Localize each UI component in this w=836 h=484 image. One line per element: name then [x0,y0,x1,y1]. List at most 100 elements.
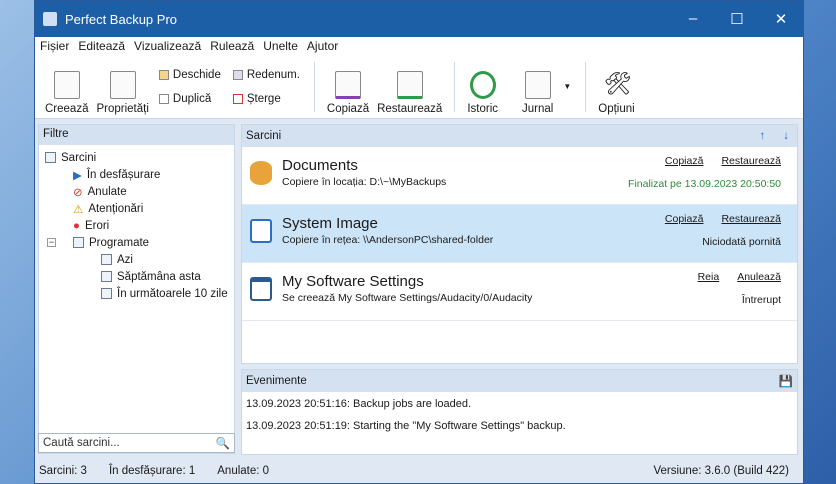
calendar-icon [101,271,112,282]
filter-today[interactable]: Azi [45,251,228,268]
properties-button[interactable]: Proprietăți [92,59,152,115]
restore-label: Restaurează [377,102,443,115]
history-icon [469,70,496,99]
cancel-icon: ⊘ [73,186,83,199]
log-label: Jurnal [522,102,554,115]
status-running: În desfășurare: 1 [108,465,196,477]
calendar-icon [101,288,112,299]
task-desc: Se creează My Software Settings/Audacity… [282,292,533,304]
journal-icon [524,70,551,99]
save-icon[interactable]: 💾 [779,374,793,388]
open-button[interactable]: Deschide [158,68,221,81]
task-row[interactable]: My Software Settings Se creează My Softw… [242,263,797,321]
copy-link[interactable]: Copiază [665,213,704,225]
menu-help[interactable]: Ajutor [307,39,338,53]
search-input[interactable]: Caută sarcini... 🔍 [38,433,235,453]
cancel-link[interactable]: Anulează [737,271,781,283]
filter-label: Atenționări [88,202,144,215]
options-button[interactable]: 🛠 Opțiuni [594,59,638,115]
filter-label: Sarcini [61,151,97,164]
create-button[interactable]: Creează [41,59,92,115]
duplicate-label: Duplică [172,92,212,105]
filter-label: Azi [117,253,133,266]
restore-link[interactable]: Restaurează [721,155,781,167]
search-placeholder: Caută sarcini... [43,437,120,449]
move-up-icon[interactable]: ↑ [760,130,766,142]
database-icon [250,161,272,185]
calendar-icon [73,237,84,248]
warning-icon: ⚠ [73,203,84,216]
backup-icon [335,70,361,99]
history-button[interactable]: Istoric [463,59,502,115]
filter-label: În desfășurare [86,168,161,181]
rename-label: Redenum. [246,68,300,81]
minimize-button[interactable]: – [671,10,715,28]
restore-link[interactable]: Restaurează [721,213,781,225]
app-icon [43,12,57,26]
new-file-icon [53,70,80,99]
tools-icon: 🛠 [603,70,632,96]
disk-image-icon [250,219,272,243]
menu-view[interactable]: Vizualizează [134,39,201,53]
filter-this-week[interactable]: Săptămâna asta [45,268,228,285]
copy-button[interactable]: Copiază [323,59,373,115]
app-window: Perfect Backup Pro – ☐ ✕ Fișier Editează V… [34,0,804,484]
copy-link[interactable]: Copiază [665,155,704,167]
copy-label: Copiază [326,102,370,115]
separator [313,61,315,112]
error-icon: ● [73,219,80,232]
filter-cancelled[interactable]: ⊘ Anulate [45,183,228,200]
event-line: 13.09.2023 20:51:19: Starting the "My So… [246,420,566,432]
collapse-toggle[interactable]: − [47,238,56,247]
tasks-icon [45,152,56,163]
filter-running[interactable]: ▶ În desfășurare [45,166,228,183]
task-status: Niciodată pornită [702,236,781,248]
menu-tools[interactable]: Unelte [263,39,298,53]
filter-scheduled[interactable]: − Programate [45,234,228,251]
resume-link[interactable]: Reia [698,271,720,283]
rename-button[interactable]: Redenum. [232,68,300,81]
task-row[interactable]: Documents Copiere în locația: D:\~\MyBac… [242,147,797,205]
log-dropdown-arrow[interactable]: ▼ [563,82,571,91]
task-row[interactable]: System Image Copiere în rețea: \\Anderso… [242,205,797,263]
search-icon[interactable]: 🔍 [216,436,230,450]
options-label: Opțiuni [598,102,635,115]
separator [585,61,587,112]
status-cancelled: Anulate: 0 [217,465,270,477]
log-button[interactable]: Jurnal [518,59,557,115]
restore-button[interactable]: Restaurează [373,59,446,115]
filter-tasks[interactable]: Sarcini [45,149,228,166]
open-label: Deschide [172,68,221,81]
separator [454,61,456,112]
menu-file[interactable]: Fișier [40,39,69,53]
close-button[interactable]: ✕ [759,10,803,28]
filter-label: Erori [84,219,110,232]
filter-label: Programate [89,236,150,249]
maximize-button[interactable]: ☐ [715,10,759,28]
tasks-panel: Sarcini ↑ ↓ Documents Copiere în locația: … [241,124,798,364]
filters-panel: Filtre Sarcini ▶ În desfășurare ⊘ Anulate … [38,124,235,454]
duplicate-button[interactable]: Duplică [158,92,221,105]
menu-run[interactable]: Rulează [210,39,254,53]
event-line: 13.09.2023 20:51:16: Backup jobs are loa… [246,398,472,410]
filter-label: Anulate [87,185,127,198]
play-icon: ▶ [73,169,82,182]
filter-warnings[interactable]: ⚠ Atenționări [45,200,228,217]
status-tasks: Sarcini: 3 [39,465,87,477]
status-bar: Sarcini: 3 În desfășurare: 1 Anulate: 0 … [35,459,803,483]
properties-label: Proprietăți [96,102,149,115]
filter-next-10-days[interactable]: În următoarele 10 zile [45,285,228,302]
events-panel: Evenimente 💾 13.09.2023 20:51:16: Backup … [241,369,798,455]
delete-icon [232,93,243,104]
delete-button[interactable]: Șterge [232,93,300,105]
duplicate-icon [158,93,169,104]
tasks-header: Sarcini [246,130,282,142]
create-label: Creează [45,102,89,115]
filter-label: În următoarele 10 zile [117,287,228,300]
settings-window-icon [250,277,272,301]
filter-errors[interactable]: ● Erori [45,217,228,234]
menu-edit[interactable]: Editează [78,39,125,53]
status-version: Versiune: 3.6.0 (Build 422) [653,465,789,477]
task-status: Întrerupt [741,294,781,306]
move-down-icon[interactable]: ↓ [783,130,789,142]
